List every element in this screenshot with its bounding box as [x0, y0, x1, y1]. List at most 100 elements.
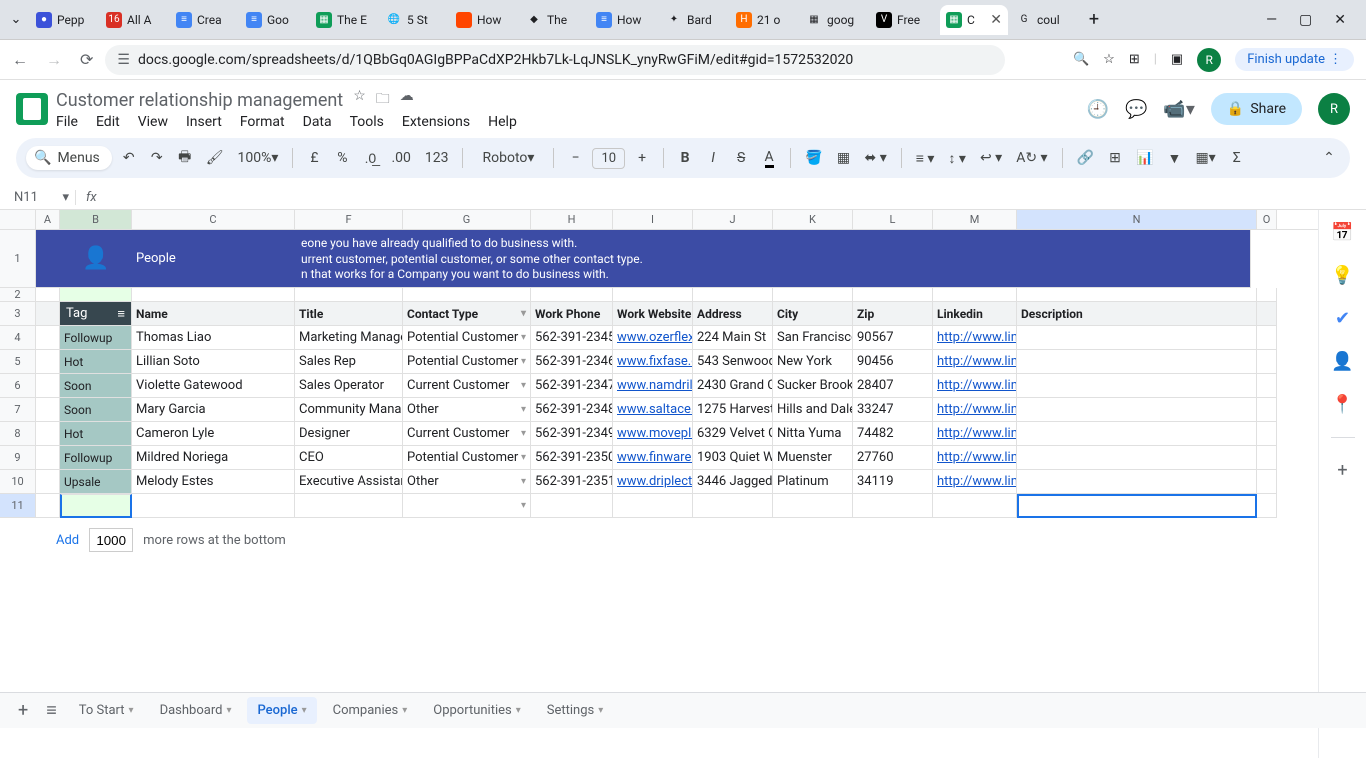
name-cell[interactable]: Thomas Liao: [132, 326, 295, 350]
add-rows-button[interactable]: Add: [56, 533, 79, 548]
name-cell[interactable]: Mary Garcia: [132, 398, 295, 422]
address-cell[interactable]: 543 Senwood St: [693, 350, 773, 374]
name-cell[interactable]: Cameron Lyle: [132, 422, 295, 446]
zip-cell[interactable]: 90456: [853, 350, 933, 374]
decrease-font-icon[interactable]: −: [564, 146, 586, 170]
horizontal-align-icon[interactable]: ≡ ▾: [912, 146, 939, 171]
menu-insert[interactable]: Insert: [186, 114, 222, 130]
col-header[interactable]: K: [773, 210, 853, 229]
column-header[interactable]: Description: [1017, 302, 1257, 326]
zip-cell[interactable]: 74482: [853, 422, 933, 446]
vertical-align-icon[interactable]: ↕ ▾: [944, 146, 970, 171]
col-header[interactable]: G: [403, 210, 531, 229]
description-cell[interactable]: [1017, 422, 1257, 446]
zip-cell[interactable]: 27760: [853, 446, 933, 470]
calendar-icon[interactable]: 📅: [1331, 222, 1353, 243]
title-cell[interactable]: Designer: [295, 422, 403, 446]
description-cell[interactable]: [1017, 350, 1257, 374]
menu-file[interactable]: File: [56, 114, 78, 130]
comments-icon[interactable]: 💬: [1125, 99, 1147, 120]
insert-link-icon[interactable]: 🔗: [1073, 146, 1098, 170]
forward-icon[interactable]: →: [46, 50, 62, 70]
title-cell[interactable]: CEO: [295, 446, 403, 470]
linkedin-cell[interactable]: http://www.linked: [933, 422, 1017, 446]
website-cell[interactable]: www.finware.com: [613, 446, 693, 470]
city-cell[interactable]: Hills and Dales: [773, 398, 853, 422]
undo-icon[interactable]: ↶: [118, 146, 140, 170]
name-box[interactable]: N11▾: [8, 190, 76, 205]
row-header[interactable]: 7: [0, 398, 36, 422]
url-input[interactable]: ☰ docs.google.com/spreadsheets/d/1QBbGq0…: [105, 45, 1005, 75]
zoom-dropdown[interactable]: 100% ▾: [234, 146, 283, 170]
insert-chart-icon[interactable]: 📊: [1132, 146, 1157, 170]
tag-cell[interactable]: Soon: [60, 374, 132, 398]
row-header[interactable]: 4: [0, 326, 36, 350]
column-header[interactable]: City: [773, 302, 853, 326]
description-cell[interactable]: [1017, 326, 1257, 350]
phone-cell[interactable]: 562-391-2349: [531, 422, 613, 446]
bold-icon[interactable]: B: [674, 146, 696, 170]
column-header[interactable]: Work Phone: [531, 302, 613, 326]
title-cell[interactable]: Sales Operator: [295, 374, 403, 398]
city-cell[interactable]: Muenster: [773, 446, 853, 470]
col-header[interactable]: I: [613, 210, 693, 229]
add-sheet-button[interactable]: +: [12, 700, 34, 721]
zip-cell[interactable]: 34119: [853, 470, 933, 494]
filter-views-icon[interactable]: ▦▾: [1191, 146, 1219, 170]
browser-tab[interactable]: VFree: [870, 5, 938, 35]
share-button[interactable]: 🔒 Share: [1211, 93, 1302, 125]
description-cell[interactable]: [1017, 446, 1257, 470]
phone-cell[interactable]: 562-391-2348: [531, 398, 613, 422]
zip-cell[interactable]: 33247: [853, 398, 933, 422]
tag-cell[interactable]: Soon: [60, 398, 132, 422]
col-header[interactable]: F: [295, 210, 403, 229]
sheet-tab[interactable]: Companies ▾: [323, 697, 418, 724]
browser-tab[interactable]: ≡Goo: [240, 5, 308, 35]
strikethrough-icon[interactable]: S: [730, 146, 752, 170]
add-addon-icon[interactable]: +: [1337, 460, 1347, 481]
address-cell[interactable]: 3446 Jagged Wa: [693, 470, 773, 494]
tag-cell[interactable]: Hot: [60, 422, 132, 446]
tag-cell[interactable]: Followup: [60, 326, 132, 350]
name-cell[interactable]: Mildred Noriega: [132, 446, 295, 470]
redo-icon[interactable]: ↷: [146, 146, 168, 170]
description-cell[interactable]: [1017, 398, 1257, 422]
site-info-icon[interactable]: ☰: [117, 52, 130, 68]
back-icon[interactable]: ←: [12, 50, 28, 70]
linkedin-cell[interactable]: http://www.linked: [933, 446, 1017, 470]
browser-tab[interactable]: Gcoul: [1010, 5, 1078, 35]
description-cell[interactable]: [1017, 470, 1257, 494]
finish-update-button[interactable]: Finish update⋮: [1235, 48, 1354, 71]
increase-font-icon[interactable]: +: [631, 146, 653, 170]
menu-tools[interactable]: Tools: [350, 114, 384, 130]
title-cell[interactable]: Sales Rep: [295, 350, 403, 374]
phone-cell[interactable]: 562-391-2345: [531, 326, 613, 350]
row-header[interactable]: 2: [0, 288, 36, 302]
col-header[interactable]: C: [132, 210, 295, 229]
title-cell[interactable]: Marketing Manager: [295, 326, 403, 350]
col-header[interactable]: J: [693, 210, 773, 229]
menu-help[interactable]: Help: [488, 114, 517, 130]
profile-avatar[interactable]: R: [1197, 48, 1221, 72]
address-cell[interactable]: 1903 Quiet Willo: [693, 446, 773, 470]
insert-comment-icon[interactable]: ⊞: [1104, 146, 1126, 170]
bookmark-icon[interactable]: ☆: [1103, 52, 1115, 67]
browser-tab[interactable]: 🌐5 St: [380, 5, 448, 35]
contacts-icon[interactable]: 👤: [1331, 351, 1353, 372]
col-header[interactable]: O: [1257, 210, 1277, 229]
browser-tab[interactable]: ◆The: [520, 5, 588, 35]
name-cell[interactable]: Melody Estes: [132, 470, 295, 494]
new-tab-button[interactable]: +: [1080, 9, 1108, 30]
percent-button[interactable]: %: [331, 146, 353, 170]
keep-icon[interactable]: 💡: [1331, 265, 1353, 286]
row-header[interactable]: 11: [0, 494, 36, 518]
row-header[interactable]: 9: [0, 446, 36, 470]
browser-tab[interactable]: ●Pepp: [30, 5, 98, 35]
zoom-icon[interactable]: 🔍: [1073, 52, 1089, 67]
tag-cell[interactable]: Hot: [60, 350, 132, 374]
website-cell[interactable]: www.driplectron: [613, 470, 693, 494]
row-header[interactable]: 6: [0, 374, 36, 398]
contact-type-cell[interactable]: Current Customer▾: [403, 422, 531, 446]
name-cell[interactable]: Violette Gatewood: [132, 374, 295, 398]
browser-tab[interactable]: How: [450, 5, 518, 35]
